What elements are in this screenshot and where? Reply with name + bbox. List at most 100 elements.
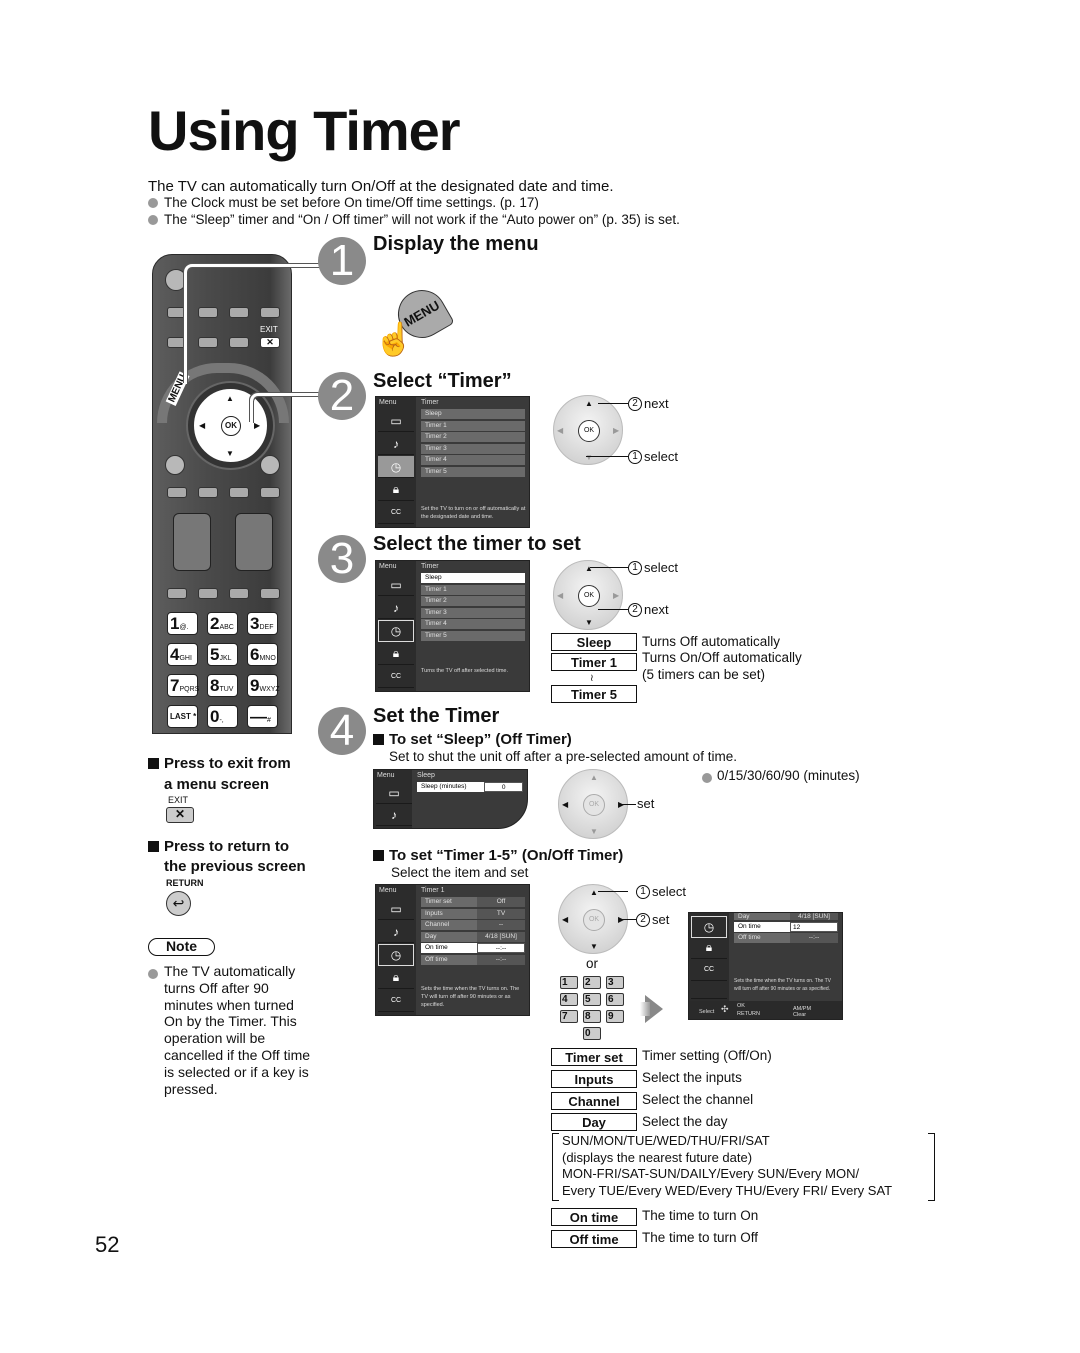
row-timer-set[interactable]: Timer set Off <box>421 897 525 907</box>
row-channel[interactable]: Channel -- <box>421 920 525 930</box>
menu-leader-line <box>184 264 334 384</box>
arrow-shaft <box>640 1002 650 1016</box>
small-key-4: 4 <box>560 993 578 1006</box>
row-off-time[interactable]: Off time --:-- <box>421 954 525 965</box>
menu-footer: Select ✣ OK RETURN AM/PM Clear <box>689 1001 842 1019</box>
day-option-line: (displays the nearest future date) <box>562 1149 753 1165</box>
row-off-time[interactable]: Off time --:-- <box>734 933 838 943</box>
row-on-time[interactable]: On time --:-- <box>421 943 525 953</box>
cc-icon: CC <box>378 666 414 688</box>
return-heading: Press to return to <box>148 838 289 855</box>
picture-icon: ▭ <box>378 410 414 432</box>
footer-clear: Clear <box>793 1012 807 1018</box>
list-header: Sleep <box>417 772 435 779</box>
hand-press-icon: ☝ <box>374 321 414 357</box>
menu-item-timer-4[interactable]: Timer 4 <box>421 455 525 465</box>
timer-menu-step3: Menu ▭ ♪ ◷ 🔒︎ CC Timer Sleep Timer 1 Tim… <box>375 560 530 692</box>
on-time-menu: ◷ 🔒︎ CC Day 4/18 [SUN] On time 12 Off time… <box>688 912 843 1020</box>
timer-icon: ◷ <box>378 456 414 478</box>
down-arrow-icon: ▼ <box>226 449 234 458</box>
menu-item-timer-5[interactable]: Timer 5 <box>421 630 525 641</box>
sleep-minutes-row[interactable]: Sleep (minutes) 0 <box>417 782 523 792</box>
menu-header: Menu <box>379 563 397 570</box>
row-day[interactable]: Day 4/18 [SUN] <box>421 931 525 942</box>
row-day[interactable]: Day 4/18 [SUN] <box>734 913 838 920</box>
row-inputs[interactable]: Inputs TV <box>421 908 525 919</box>
row-on-time[interactable]: On time 12 <box>734 921 838 932</box>
menu-header: Menu <box>379 887 397 894</box>
menu-item-timer-1[interactable]: Timer 1 <box>421 420 525 431</box>
leader-line <box>598 891 628 892</box>
menu-help-text: Sets the time when the TV turns on. The … <box>421 986 520 1008</box>
bullet-text: The Clock must be set before On time/Off… <box>164 195 539 210</box>
step-1-title: Display the menu <box>373 233 539 255</box>
up-arrow-icon: ▲ <box>226 394 234 403</box>
desc-sleep: Turns Off automatically <box>642 634 781 649</box>
sleep-menu: Menu ▭ ♪ Sleep Sleep (minutes) 0 <box>373 769 528 829</box>
left-arrow-icon: ◀ <box>562 800 569 809</box>
lock-icon: 🔒︎ <box>691 937 727 959</box>
ok-button: OK <box>221 416 241 436</box>
left-arrow-icon: ◀ <box>557 591 564 600</box>
dpad-mini-icon: ✣ <box>721 1004 729 1014</box>
menu-item-timer-3[interactable]: Timer 3 <box>421 443 525 454</box>
square-bullet-icon <box>373 734 384 745</box>
right-arrow-icon: ▶ <box>613 591 620 600</box>
menu-item-timer-1[interactable]: Timer 1 <box>421 584 525 595</box>
color-button <box>229 588 249 599</box>
setup-icon <box>691 977 727 999</box>
small-key-9: 9 <box>606 1010 624 1023</box>
menu-item-timer-4[interactable]: Timer 4 <box>421 619 525 629</box>
menu-help-text: Set the TV to turn on or off automatical… <box>421 506 526 520</box>
footer-ok: OK <box>737 1003 745 1009</box>
num-key-3: 3DEF <box>247 612 278 635</box>
timer-icon: ◷ <box>378 620 414 642</box>
num-key-1: 1@. <box>167 612 198 635</box>
menu-item-timer-2[interactable]: Timer 2 <box>421 432 525 442</box>
note-text: The TV automatically turns Off after 90 … <box>164 963 311 1097</box>
timer-menu-step2: Menu ▭ ♪ ◷ 🔒︎ CC Timer Sleep Timer 1 Tim… <box>375 396 530 528</box>
desc-channel: Select the channel <box>642 1092 754 1107</box>
menu-item-timer-5[interactable]: Timer 5 <box>421 466 525 477</box>
remote-button <box>167 487 187 498</box>
day-options-box: SUN/MON/TUE/WED/THU/FRI/SAT (displays th… <box>552 1133 935 1201</box>
ok-button: OK <box>578 420 600 442</box>
ok-button: OK <box>578 585 600 607</box>
menu-item-sleep[interactable]: Sleep <box>421 409 525 419</box>
desc-off-time: The time to turn Off <box>642 1230 759 1245</box>
menu-help-text: Sets the time when the TV turns on. The … <box>734 978 831 992</box>
dash-key: —# <box>247 705 278 728</box>
return-key-label: RETURN <box>166 878 204 888</box>
audio-icon: ♪ <box>378 921 414 943</box>
num-key-4: 4GHI <box>167 643 198 666</box>
or-label: or <box>586 956 599 971</box>
menu-help-text: Turns the TV off after selected time. <box>421 668 509 674</box>
desc-timer-count: (5 timers can be set) <box>642 667 766 682</box>
leader-line <box>598 403 628 404</box>
up-arrow-icon: ▲ <box>585 564 593 573</box>
small-key-6: 6 <box>606 993 624 1006</box>
ok-button: OK <box>583 909 605 931</box>
page-title: Using Timer <box>148 99 461 162</box>
menu-item-sleep[interactable]: Sleep <box>421 573 525 583</box>
list-header: Timer <box>421 563 439 570</box>
left-arrow-icon: ◀ <box>199 421 206 430</box>
list-header: Timer <box>421 399 439 406</box>
dpad-step3: ▲ ▼ ◀ ▶ OK <box>553 560 623 630</box>
bullet-icon <box>148 214 158 225</box>
footer-select: Select <box>699 1009 715 1015</box>
small-key-7: 7 <box>560 1010 578 1023</box>
num-key-2: 2ABC <box>207 612 238 635</box>
dpad-sleep: ▲ ▼ ◀ ▶ OK <box>558 769 628 839</box>
menu-item-timer-2[interactable]: Timer 2 <box>421 596 525 606</box>
menu-header: Menu <box>379 399 397 406</box>
menu-item-timer-3[interactable]: Timer 3 <box>421 607 525 618</box>
down-arrow-icon: ▼ <box>590 942 598 951</box>
leader-line <box>598 609 628 610</box>
menu-header: Menu <box>377 772 395 779</box>
callout-select: 1 select <box>628 449 678 464</box>
left-arrow-icon: ◀ <box>557 426 564 435</box>
volume-button <box>173 513 211 571</box>
day-option-line: MON-FRI/SAT-SUN/DAILY/Every SUN/Every MO… <box>562 1166 860 1181</box>
audio-icon: ♪ <box>378 597 414 619</box>
